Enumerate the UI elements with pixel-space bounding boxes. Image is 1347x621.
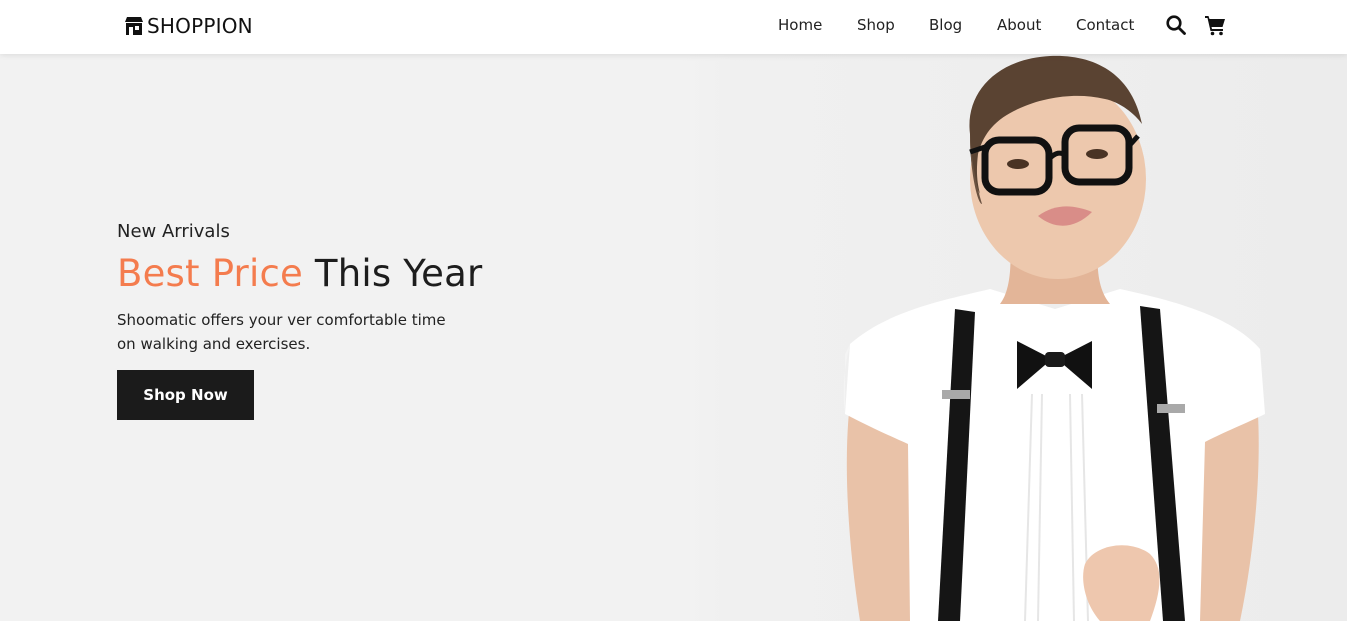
hero-headline-rest: This Year bbox=[314, 252, 483, 295]
nav-link-contact[interactable]: Contact bbox=[1076, 16, 1134, 34]
nav-link-about[interactable]: About bbox=[997, 16, 1041, 34]
search-icon[interactable] bbox=[1165, 14, 1187, 36]
hero-model-photo bbox=[843, 55, 1265, 621]
nav-link-blog[interactable]: Blog bbox=[929, 16, 962, 34]
hero-description-line: Shoomatic offers your ver comfortable ti… bbox=[117, 311, 446, 329]
cart-icon[interactable] bbox=[1204, 14, 1226, 36]
hero-eyebrow: New Arrivals bbox=[117, 221, 230, 242]
hero-description: Shoomatic offers your ver comfortable ti… bbox=[117, 308, 447, 356]
top-navbar: SHOPPION Home Shop Blog About Contact bbox=[0, 0, 1347, 54]
hero-headline-accent: Best Price bbox=[117, 252, 303, 295]
brand-logo[interactable]: SHOPPION bbox=[123, 13, 253, 39]
shop-now-button[interactable]: Shop Now bbox=[117, 370, 254, 420]
brand-name: SHOPPION bbox=[147, 14, 253, 38]
hero-description-line: on walking and exercises. bbox=[117, 335, 311, 353]
nav-link-home[interactable]: Home bbox=[778, 16, 822, 34]
hero-banner: New Arrivals Best Price This Year Shooma… bbox=[0, 54, 1347, 621]
hero-headline: Best Price This Year bbox=[117, 252, 482, 295]
nav-link-shop[interactable]: Shop bbox=[857, 16, 895, 34]
storefront-icon bbox=[125, 17, 143, 35]
